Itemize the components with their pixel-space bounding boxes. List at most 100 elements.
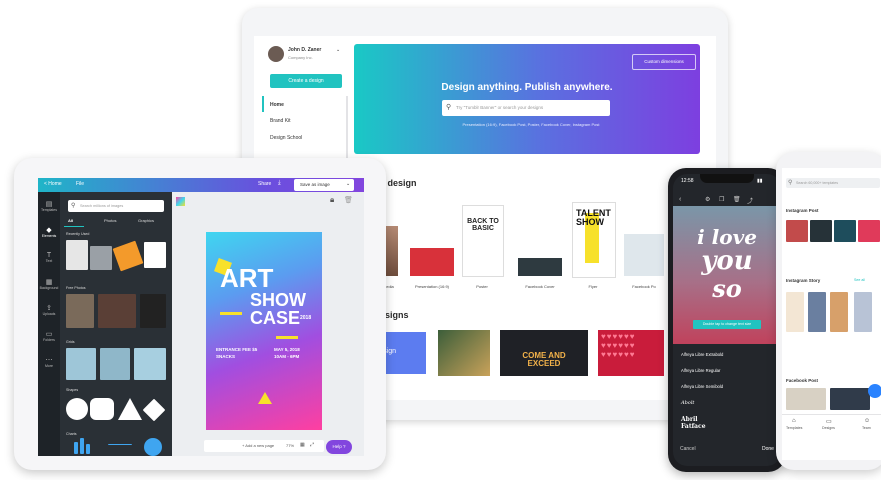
photo-thumb[interactable]: [140, 294, 166, 328]
back-icon[interactable]: ‹: [679, 196, 681, 203]
chart-thumb-bar[interactable]: [74, 442, 78, 454]
rail-text[interactable]: T Text: [38, 252, 60, 263]
poster-design[interactable]: ART SHOW CASE 2018 ENTRANCE FEE $5 SNACK…: [206, 232, 322, 430]
save-as-image-button[interactable]: Save as image ⌄: [294, 179, 354, 191]
template-card[interactable]: [834, 220, 856, 242]
rail-templates[interactable]: ▤ Templates: [38, 200, 60, 212]
chart-thumb-pie[interactable]: [144, 438, 162, 456]
template-card[interactable]: [786, 220, 808, 242]
design-card[interactable]: COME AND EXCEED: [500, 330, 588, 376]
chevron-down-icon[interactable]: ⌄: [336, 47, 340, 53]
font-option[interactable]: Alfreya Libre Semibold: [681, 384, 781, 389]
recent-thumb[interactable]: [144, 242, 166, 268]
hero-search-input[interactable]: ⚲ Try "Tumblr Banner" or search your des…: [442, 100, 610, 116]
design-card[interactable]: [438, 330, 490, 376]
fab-button[interactable]: [868, 384, 881, 398]
home-link[interactable]: < Home: [44, 181, 62, 187]
delete-icon[interactable]: 🗑︎: [733, 196, 741, 203]
grid-thumb[interactable]: [66, 348, 96, 380]
shape-diamond[interactable]: [142, 398, 166, 422]
section-grids: Grids: [66, 340, 75, 344]
nav-design-school[interactable]: Design School: [270, 135, 302, 141]
nav-home[interactable]: Home: [270, 102, 284, 108]
nav-designs[interactable]: Designs: [822, 426, 835, 430]
image-search-input[interactable]: ⚲ Search millions of images: [68, 200, 164, 212]
recent-thumb[interactable]: [66, 240, 88, 270]
story-card[interactable]: [786, 292, 804, 332]
file-menu[interactable]: File: [76, 181, 84, 187]
photo-thumb[interactable]: [66, 294, 94, 328]
chart-thumb-line[interactable]: [108, 444, 132, 455]
tab-graphics[interactable]: Graphics: [138, 218, 154, 223]
avatar[interactable]: [268, 46, 284, 62]
story-card[interactable]: [830, 292, 848, 332]
hero-suggestions[interactable]: Presentation (16:9), Facebook Post, Post…: [436, 122, 626, 127]
settings-icon[interactable]: ⚙: [705, 196, 710, 203]
tab-photos[interactable]: Photos: [104, 218, 116, 223]
poster-triangle: [258, 392, 272, 404]
templates-icon[interactable]: ⌂: [792, 418, 796, 424]
font-option[interactable]: Abolt: [681, 400, 694, 406]
chart-thumb-bar[interactable]: [86, 444, 90, 454]
shape-circle[interactable]: [66, 398, 88, 420]
tab-all[interactable]: All: [68, 218, 73, 223]
download-icon[interactable]: ⤓: [278, 180, 281, 187]
story-card[interactable]: [808, 292, 826, 332]
designs-icon[interactable]: ▭: [826, 418, 832, 425]
template-thumb-presentation[interactable]: [410, 248, 454, 276]
grid-thumb[interactable]: [134, 348, 166, 380]
rail-more[interactable]: ⋯ More: [38, 356, 60, 368]
share-button[interactable]: Share: [258, 181, 271, 187]
create-design-button[interactable]: Create a design: [270, 74, 342, 88]
shape-rounded[interactable]: [90, 398, 114, 420]
poster-snacks: SNACKS: [216, 354, 236, 359]
love-design-image[interactable]: i love you so Double tap to change text …: [673, 206, 781, 344]
done-button[interactable]: Done: [762, 446, 774, 452]
zoom-level[interactable]: 77%: [286, 443, 294, 448]
font-option[interactable]: Alfreya Libre Extrabold: [681, 352, 781, 357]
rail-folders[interactable]: ▭ Folders: [38, 330, 60, 342]
nav-team[interactable]: Team: [862, 426, 871, 430]
template-search-input[interactable]: ⚲ Search 60,000+ templates: [786, 178, 880, 188]
template-thumb-facebook-post[interactable]: [624, 234, 664, 276]
rail-background[interactable]: ▦ Background: [38, 278, 60, 290]
photo-thumb[interactable]: [98, 294, 136, 328]
nav-brand-kit[interactable]: Brand Kit: [270, 118, 291, 124]
font-option[interactable]: Alfreya Libre Regular: [681, 368, 781, 373]
team-icon[interactable]: ☺: [864, 418, 870, 424]
template-thumb-facebook-cover[interactable]: [518, 258, 562, 276]
font-option[interactable]: Abril Fatface: [681, 416, 706, 430]
heart-icon: ♥♥♥♥♥♥ ♥♥♥♥♥♥ ♥♥♥♥♥♥: [601, 332, 636, 359]
help-button[interactable]: Help ?: [326, 440, 352, 454]
trash-icon[interactable]: 🗑︎: [344, 196, 353, 204]
share-icon[interactable]: ⤴: [747, 196, 753, 205]
recent-thumb[interactable]: [90, 246, 112, 270]
recent-thumb[interactable]: [112, 240, 144, 272]
facebook-card[interactable]: [830, 388, 870, 410]
add-page-button[interactable]: + Add a new page: [242, 443, 274, 448]
story-card[interactable]: [854, 292, 872, 332]
fullscreen-icon[interactable]: ⤢: [310, 442, 314, 448]
template-thumb-flyer[interactable]: TALENT SHOW: [572, 202, 616, 278]
cancel-button[interactable]: Cancel: [680, 446, 696, 452]
nav-templates[interactable]: Templates: [786, 426, 802, 430]
text-size-hint[interactable]: Double tap to change text size: [693, 320, 761, 329]
rail-elements[interactable]: ◆ Elements: [38, 226, 60, 238]
template-card[interactable]: [810, 220, 832, 242]
template-card[interactable]: [858, 220, 880, 242]
chart-thumb-bar[interactable]: [80, 438, 84, 454]
custom-dimensions-button[interactable]: Custom dimensions: [632, 54, 696, 70]
design-card-hearts[interactable]: ♥♥♥♥♥♥ ♥♥♥♥♥♥ ♥♥♥♥♥♥: [598, 330, 664, 376]
facebook-card[interactable]: [786, 388, 826, 410]
grid-view-icon[interactable]: ▦: [300, 442, 305, 448]
lock-icon[interactable]: 🔒︎: [330, 195, 334, 205]
rail-label: Text: [45, 259, 53, 263]
desktop-stand: [452, 402, 516, 410]
template-thumb-poster[interactable]: BACK TO BASIC: [462, 205, 504, 277]
see-all-link[interactable]: See all: [854, 278, 865, 282]
copy-icon[interactable]: ❐: [719, 196, 724, 203]
color-picker-icon[interactable]: [176, 197, 185, 206]
shape-triangle[interactable]: [118, 398, 142, 420]
grid-thumb[interactable]: [100, 348, 130, 380]
rail-uploads[interactable]: ⇪ Uploads: [38, 304, 60, 316]
